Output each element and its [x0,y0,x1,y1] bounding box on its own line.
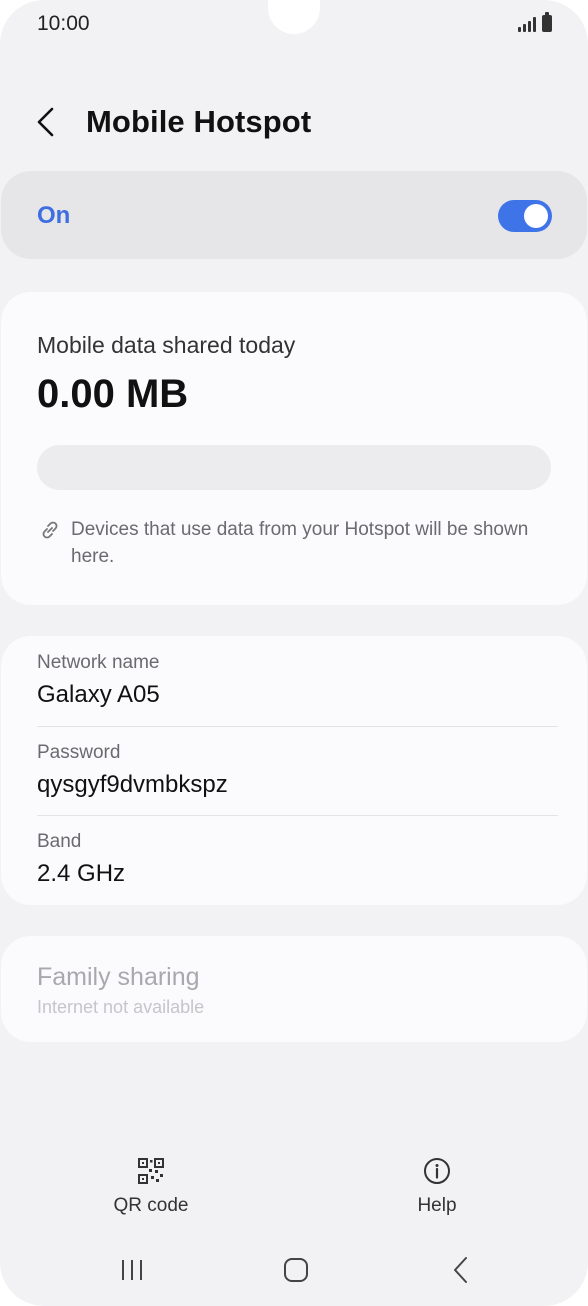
status-time: 10:00 [37,12,90,35]
password-label: Password [37,742,121,763]
battery-icon [542,12,552,32]
page-title: Mobile Hotspot [86,104,312,139]
qr-code-icon [138,1158,164,1184]
back-icon [454,1257,467,1283]
band-value: 2.4 GHz [37,860,126,887]
qr-code-button[interactable]: QR code [81,1150,221,1222]
help-button[interactable]: Help [367,1150,507,1222]
usage-value: 0.00 MB [37,372,189,416]
home-button[interactable] [276,1254,316,1286]
password-row[interactable]: Password qysgyf9dvmbkspz [1,726,587,816]
recents-button[interactable] [112,1254,152,1286]
family-sharing-subtitle: Internet not available [37,997,205,1017]
network-name-value: Galaxy A05 [37,681,160,708]
usage-progress-bar [37,445,551,490]
home-icon [284,1258,308,1282]
info-icon [424,1158,450,1184]
band-row[interactable]: Band 2.4 GHz [1,815,587,905]
switch-knob [524,204,548,228]
link-icon [42,521,58,539]
master-toggle-row[interactable]: On [1,171,587,259]
status-icons [518,12,552,32]
master-toggle-label: On [37,202,71,229]
network-name-row[interactable]: Network name Galaxy A05 [1,636,587,726]
usage-label: Mobile data shared today [37,332,296,358]
devices-note: Devices that use data from your Hotspot … [71,519,529,567]
phone-screen: 10:00 Mobile Hotspot On Mobile data shar… [0,0,588,1306]
family-sharing-title: Family sharing [37,963,200,991]
bottom-actions: QR code Help [0,1150,588,1230]
network-name-label: Network name [37,652,160,673]
status-bar: 10:00 [0,0,588,52]
usage-card: Mobile data shared today 0.00 MB Devices… [1,292,587,605]
nav-back-button[interactable] [441,1254,481,1286]
qr-code-label: QR code [113,1195,189,1216]
band-label: Band [37,831,82,852]
back-button[interactable] [26,102,66,142]
hotspot-switch[interactable] [498,200,552,232]
recents-icon [122,1260,142,1280]
family-sharing-row[interactable]: Family sharing Internet not available [1,936,587,1042]
signal-icon [518,16,536,32]
help-label: Help [417,1195,457,1216]
chevron-left-icon [37,107,54,137]
navigation-bar [0,1240,588,1300]
password-value: qysgyf9dvmbkspz [37,771,228,798]
network-settings-card: Network name Galaxy A05 Password qysgyf9… [1,636,587,905]
header: Mobile Hotspot [0,90,588,154]
